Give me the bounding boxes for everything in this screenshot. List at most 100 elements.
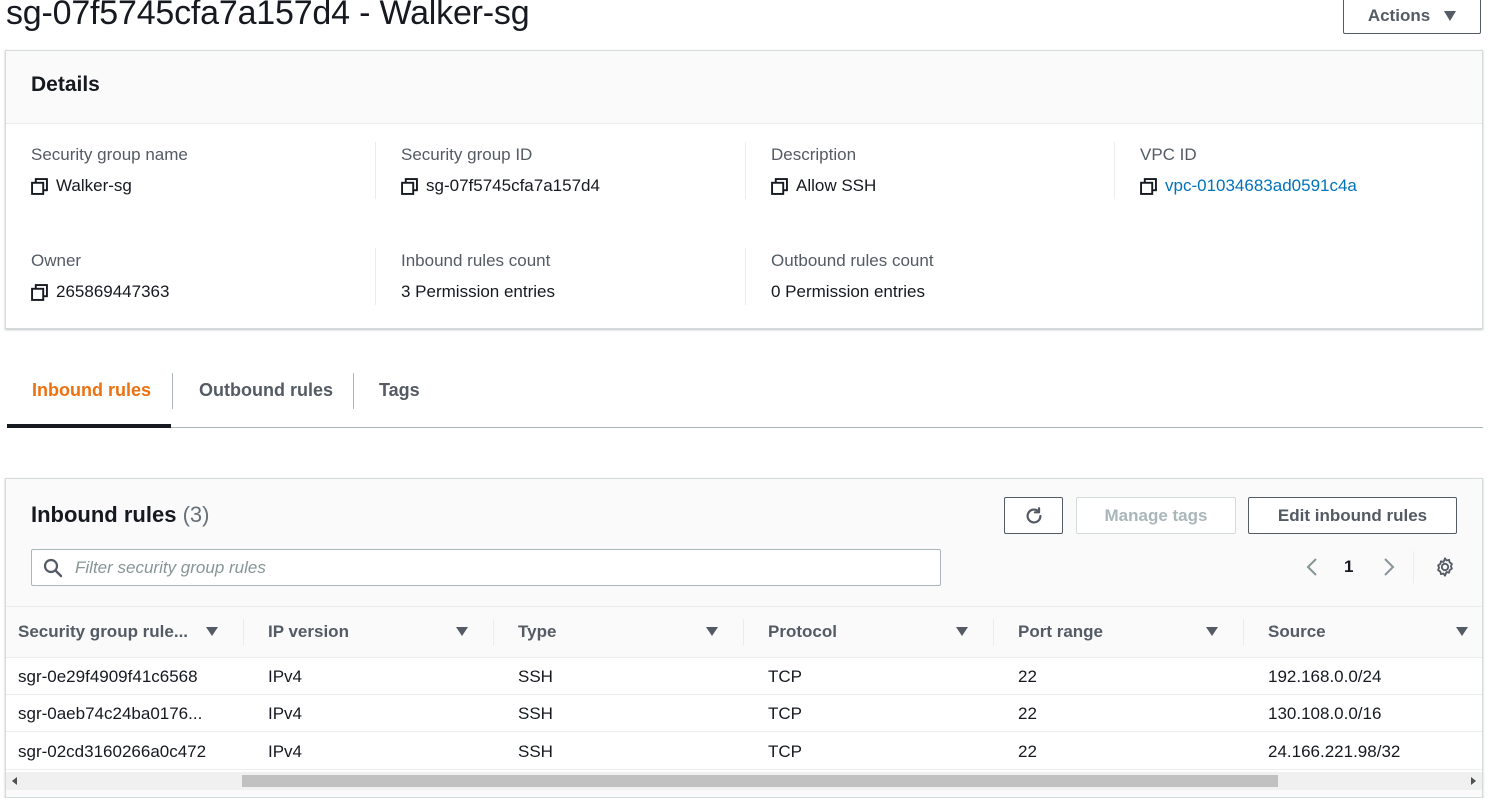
scroll-right-icon[interactable] [1471,777,1476,785]
cell-protocol: TCP [768,741,802,761]
column-header-source[interactable]: Source [1268,607,1326,657]
sort-icon[interactable] [1206,627,1218,636]
field-value-security-group-id: sg-07f5745cfa7a157d4 [401,176,600,196]
field-value-inbound-rules-count: 3 Permission entries [401,282,556,301]
table-row[interactable]: sgr-02cd3160266a0c472 IPv4 SSH TCP 22 24… [6,733,1482,770]
cell-source: 192.168.0.0/24 [1268,666,1382,686]
description-text: Allow SSH [796,176,877,195]
cell-ip-version: IPv4 [268,741,303,761]
column-divider [745,248,746,305]
refresh-button[interactable] [1004,497,1063,534]
column-separator [493,619,494,646]
previous-page-icon[interactable] [1305,557,1321,577]
page-title: sg-07f5745cfa7a157d4 - Walker-sg [6,0,530,32]
security-group-id-text: sg-07f5745cfa7a157d4 [426,176,600,195]
tab-separator [172,373,173,409]
table-row[interactable]: sgr-0aeb74c24ba0176... IPv4 SSH TCP 22 1… [6,695,1482,732]
sort-icon[interactable] [956,627,968,636]
manage-tags-button[interactable]: Manage tags [1076,497,1236,534]
table-body: sgr-0e29f4909f41c6568 IPv4 SSH TCP 22 19… [6,658,1482,772]
caret-down-icon [1444,11,1457,21]
search-icon [43,558,63,577]
filter-input[interactable] [75,552,925,583]
sort-icon[interactable] [706,627,718,636]
field-label-inbound-rules-count: Inbound rules count [401,251,551,270]
details-title: Details [31,73,100,96]
page-number[interactable]: 1 [1344,557,1353,577]
field-label-vpc-id: VPC ID [1140,145,1197,164]
copy-icon[interactable] [31,283,48,301]
copy-icon[interactable] [401,177,418,195]
cell-source: 130.108.0.0/16 [1268,703,1382,723]
cell-protocol: TCP [768,666,802,686]
column-header-protocol[interactable]: Protocol [768,607,837,657]
vpc-id-link[interactable]: vpc-01034683ad0591c4a [1165,176,1357,196]
inbound-rules-heading: Inbound rules (3) [31,502,209,528]
cell-ip-version: IPv4 [268,666,303,686]
cell-type: SSH [518,666,553,686]
next-page-icon[interactable] [1380,557,1396,577]
field-label-outbound-rules-count: Outbound rules count [771,251,934,270]
tabs-bar: Inbound rules Outbound rules Tags [7,354,1483,428]
column-separator [743,619,744,646]
cell-rule-id: sgr-0e29f4909f41c6568 [18,666,198,686]
table-row[interactable]: sgr-0e29f4909f41c6568 IPv4 SSH TCP 22 19… [6,658,1482,695]
column-header-type[interactable]: Type [518,607,556,657]
cell-port-range: 22 [1018,666,1037,686]
details-panel: Details Security group name Walker-sg Se… [5,50,1483,329]
active-tab-indicator [7,424,171,428]
column-separator [993,619,994,646]
copy-icon[interactable] [31,177,48,195]
column-separator [1243,619,1244,646]
column-divider [1114,142,1115,199]
cell-port-range: 22 [1018,741,1037,761]
column-header-rule-id[interactable]: Security group rule... [18,607,188,657]
field-value-outbound-rules-count: 0 Permission entries [771,282,926,301]
cell-port-range: 22 [1018,703,1037,723]
details-header: Details [6,51,1482,124]
cell-type: SSH [518,741,553,761]
field-label-security-group-id: Security group ID [401,145,533,164]
sort-icon[interactable] [1456,627,1468,636]
settings-gear-icon[interactable] [1434,556,1456,578]
sort-icon[interactable] [206,627,218,636]
column-separator [243,619,244,646]
scrollbar-thumb[interactable] [242,775,1278,787]
actions-button[interactable]: Actions [1343,0,1481,34]
cell-protocol: TCP [768,703,802,723]
tab-tags[interactable]: Tags [379,354,420,426]
inbound-rules-count: (3) [182,502,210,527]
tab-outbound-rules[interactable]: Outbound rules [199,354,333,426]
tabs-baseline [7,427,1483,428]
actions-label: Actions [1367,6,1431,25]
field-value-owner: 265869447363 [31,282,169,302]
column-divider [375,142,376,199]
field-label-security-group-name: Security group name [31,145,188,164]
column-divider [745,142,746,199]
field-value-description: Allow SSH [771,176,876,196]
field-label-description: Description [771,145,857,164]
security-group-name-text: Walker-sg [56,176,132,195]
field-value-vpc-id: vpc-01034683ad0591c4a [1140,176,1357,196]
tab-inbound-rules[interactable]: Inbound rules [32,354,151,426]
edit-inbound-rules-button[interactable]: Edit inbound rules [1248,497,1457,534]
copy-icon[interactable] [1140,177,1157,195]
column-header-port-range[interactable]: Port range [1018,607,1103,657]
inbound-rules-title: Inbound rules [31,502,177,527]
cell-rule-id: sgr-0aeb74c24ba0176... [18,703,203,723]
pager-separator [1413,551,1414,583]
field-value-security-group-name: Walker-sg [31,176,132,196]
sort-icon[interactable] [456,627,468,636]
cell-ip-version: IPv4 [268,703,303,723]
tab-separator [353,373,354,409]
scroll-left-icon[interactable] [12,777,17,785]
refresh-icon [1026,506,1042,524]
table-header: Security group rule... IP version Type P… [6,606,1482,658]
horizontal-scrollbar[interactable] [6,772,1482,790]
copy-icon[interactable] [771,177,788,195]
cell-source: 24.166.221.98/32 [1268,741,1401,761]
column-header-ip-version[interactable]: IP version [268,607,349,657]
cell-rule-id: sgr-02cd3160266a0c472 [18,741,207,761]
filter-search-box [31,549,941,586]
column-divider [375,248,376,305]
